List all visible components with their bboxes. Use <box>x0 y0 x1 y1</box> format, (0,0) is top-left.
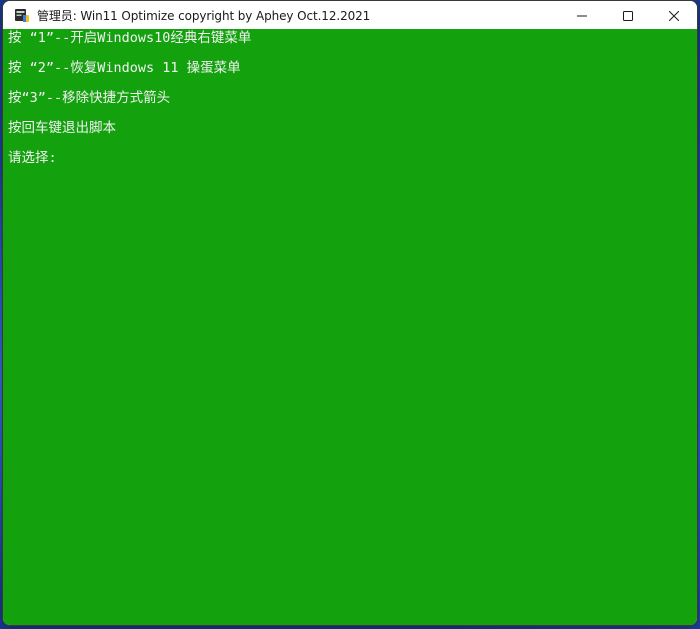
console-line-option-2: 按 “2”--恢复Windows 11 操蛋菜单 <box>8 60 241 76</box>
window-controls <box>559 1 697 29</box>
console-admin-icon <box>14 7 30 23</box>
close-button[interactable] <box>651 1 697 29</box>
title-bar[interactable]: 管理员: Win11 Optimize copyright by Aphey O… <box>3 1 697 29</box>
close-icon <box>668 6 680 25</box>
minimize-icon <box>577 6 587 25</box>
minimize-button[interactable] <box>559 1 605 29</box>
maximize-button[interactable] <box>605 1 651 29</box>
console-line-option-3: 按“3”--移除快捷方式箭头 <box>8 90 171 106</box>
console-line-option-1: 按 “1”--开启Windows10经典右键菜单 <box>8 30 252 46</box>
console-line-exit: 按回车键退出脚本 <box>8 120 116 136</box>
console-area[interactable]: 按 “1”--开启Windows10经典右键菜单 按 “2”--恢复Window… <box>3 29 697 625</box>
maximize-icon <box>623 6 633 25</box>
console-window: 管理员: Win11 Optimize copyright by Aphey O… <box>2 0 698 626</box>
window-title: 管理员: Win11 Optimize copyright by Aphey O… <box>37 8 371 23</box>
console-prompt[interactable]: 请选择: <box>8 148 697 178</box>
